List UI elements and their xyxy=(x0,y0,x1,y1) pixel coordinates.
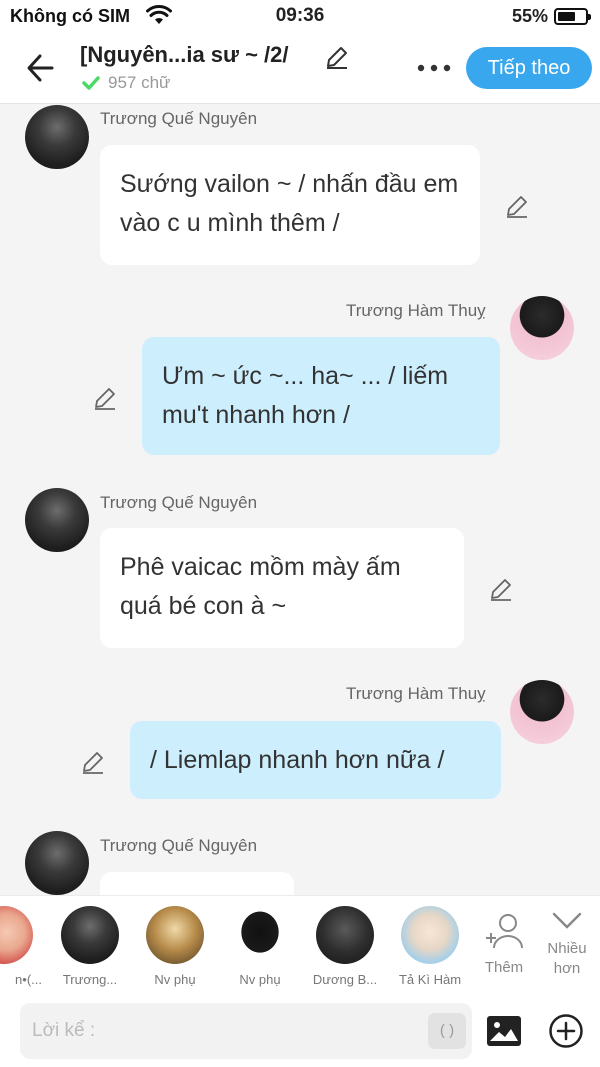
avatar-truong-que-nguyen[interactable] xyxy=(25,831,89,895)
more-characters-label: Nhiều hơn xyxy=(547,940,587,977)
add-character-label: Thêm xyxy=(484,959,524,976)
avatar-truong-ham-thuy[interactable] xyxy=(510,296,574,360)
character-avatar xyxy=(0,906,33,964)
edit-message-pencil-icon[interactable] xyxy=(80,749,106,775)
battery-icon xyxy=(554,8,591,25)
add-plus-icon[interactable] xyxy=(548,1013,584,1049)
back-arrow-icon[interactable] xyxy=(22,50,62,86)
word-count-label: 957 chữ xyxy=(108,73,171,92)
input-bar: ( ) xyxy=(0,995,600,1067)
more-characters-button[interactable]: Nhiều hơn xyxy=(536,908,598,979)
character-item[interactable]: Trương... xyxy=(52,906,128,987)
parenthesis-button[interactable]: ( ) xyxy=(428,1013,466,1049)
character-avatar xyxy=(146,906,204,964)
edit-title-pencil-icon[interactable] xyxy=(324,44,350,70)
edit-message-pencil-icon[interactable] xyxy=(92,385,118,411)
character-name: Nv phụ xyxy=(154,972,196,987)
narration-input-box: ( ) xyxy=(20,1003,472,1059)
character-name: Trương... xyxy=(62,972,118,987)
avatar-truong-que-nguyen[interactable] xyxy=(25,488,89,552)
next-button[interactable]: Tiếp theo xyxy=(466,47,592,89)
character-avatar xyxy=(231,906,289,964)
image-icon[interactable] xyxy=(486,1015,522,1047)
message-bubble[interactable]: / Liemlap nhanh hơn nữa / xyxy=(130,721,501,799)
character-name: Nv phụ xyxy=(239,972,281,987)
story-header: [Nguyên...ia sư ~ /2/ 957 chữ Tiếp theo xyxy=(0,34,600,104)
message-sender: Trương Quế Nguyên xyxy=(100,109,258,128)
character-bar: n•(... Trương... Nv phụ Nv phụ Dương B..… xyxy=(0,895,600,995)
message-bubble[interactable] xyxy=(100,872,294,895)
message-sender: Trương Quế Nguyên xyxy=(100,493,258,512)
character-name: Dương B... xyxy=(312,972,378,987)
word-count: 957 chữ xyxy=(80,72,170,94)
character-avatar xyxy=(316,906,374,964)
message-bubble[interactable]: Ưm ~ ức ~... ha~ ... / liếm mu't nhanh h… xyxy=(142,337,500,455)
chat-area[interactable]: Trương Quế Nguyên Sướng vailon ~ / nhấn … xyxy=(0,105,600,895)
edit-message-pencil-icon[interactable] xyxy=(504,193,530,219)
character-item[interactable]: Dương B... xyxy=(307,906,383,987)
character-avatar xyxy=(61,906,119,964)
chevron-down-icon xyxy=(552,912,582,929)
message-sender: Trương Hàm Thuỵ xyxy=(346,684,486,703)
message-sender: Trương Hàm Thuỵ xyxy=(346,301,486,320)
character-item[interactable]: Nv phụ xyxy=(137,906,213,987)
character-avatar xyxy=(401,906,459,964)
battery-percent: 55% xyxy=(511,6,548,26)
message-bubble[interactable]: Sướng vailon ~ / nhấn đầu em vào c u mìn… xyxy=(100,145,480,265)
message-bubble[interactable]: Phê vaicac mồm mày ấm quá bé con à ~ xyxy=(100,528,464,648)
message-sender: Trương Quế Nguyên xyxy=(100,836,258,855)
chapter-title: [Nguyên...ia sư ~ /2/ xyxy=(80,42,289,67)
character-item[interactable]: n•(... xyxy=(0,906,42,987)
edit-message-pencil-icon[interactable] xyxy=(488,576,514,602)
avatar-truong-ham-thuy[interactable] xyxy=(510,680,574,744)
add-character-button[interactable]: Thêm xyxy=(478,910,530,976)
character-item[interactable]: Nv phụ xyxy=(222,906,298,987)
clock: 09:36 xyxy=(275,5,325,26)
narration-input[interactable] xyxy=(32,1003,422,1059)
status-bar: Không có SIM 09:36 55% xyxy=(0,0,600,34)
more-options-icon[interactable] xyxy=(412,54,456,82)
add-person-icon xyxy=(486,914,523,949)
character-item[interactable]: Tả Kì Hàm xyxy=(392,906,468,987)
check-icon xyxy=(82,76,100,90)
character-name: Tả Kì Hàm xyxy=(398,972,462,987)
character-name: n•(... xyxy=(15,972,42,987)
avatar-truong-que-nguyen[interactable] xyxy=(25,105,89,169)
